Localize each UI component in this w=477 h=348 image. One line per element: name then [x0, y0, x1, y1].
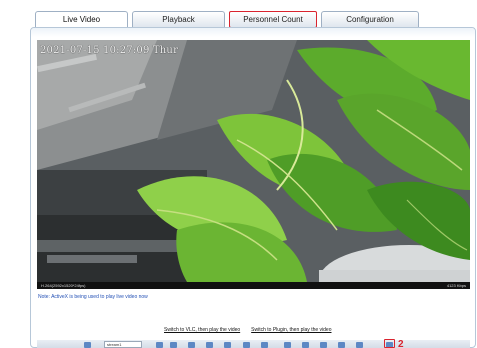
ratio-icon[interactable] [170, 342, 177, 348]
tab-personnel-count[interactable]: Personnel Count [229, 11, 317, 28]
tab-configuration[interactable]: Configuration [321, 11, 419, 27]
talk-icon[interactable] [243, 342, 250, 348]
snapshot-icon[interactable] [188, 342, 195, 348]
stream-select[interactable]: stream1 [104, 341, 142, 348]
fullscreen-icon[interactable] [156, 342, 163, 348]
video-toolbar [37, 340, 470, 348]
setting-icon[interactable] [356, 342, 363, 348]
live-video-viewport[interactable]: 2021-07-15 10:27:09 Thur [37, 40, 470, 282]
switch-to-vlc-link[interactable]: Switch to VLC, then play the video [164, 327, 240, 333]
ptz-icon[interactable] [261, 342, 268, 348]
video-status-bar: H.264(2592x1520*24fps) 4123 Kbps [37, 282, 470, 289]
arrow-left-icon[interactable] [84, 342, 91, 348]
rule-icon[interactable] [338, 342, 345, 348]
osd-timestamp: 2021-07-15 10:27:09 Thur [40, 45, 179, 56]
activex-note: Note: ActiveX is being used to play live… [38, 294, 148, 300]
camera-frame-image [37, 40, 470, 282]
record-icon[interactable] [206, 342, 213, 348]
zoom-icon[interactable] [284, 342, 291, 348]
stream-info: H.264(2592x1520*24fps) [41, 283, 86, 288]
toolbar-highlight-box [384, 339, 395, 348]
switch-to-plugin-link[interactable]: Switch to Plugin, then play the video [251, 327, 331, 333]
tab-live-video[interactable]: Live Video [35, 11, 128, 27]
callout-marker-2: 2 [398, 339, 404, 348]
alarm-icon[interactable] [320, 342, 327, 348]
audio-icon[interactable] [224, 342, 231, 348]
player-switch-links: Switch to VLC, then play the video Switc… [164, 327, 331, 333]
tab-playback[interactable]: Playback [132, 11, 225, 27]
bitrate-info: 4123 Kbps [446, 283, 466, 288]
focus-icon[interactable] [302, 342, 309, 348]
tab-bar: Live Video Playback Personnel Count Conf… [35, 11, 427, 28]
panel-header-gradient [31, 28, 475, 37]
